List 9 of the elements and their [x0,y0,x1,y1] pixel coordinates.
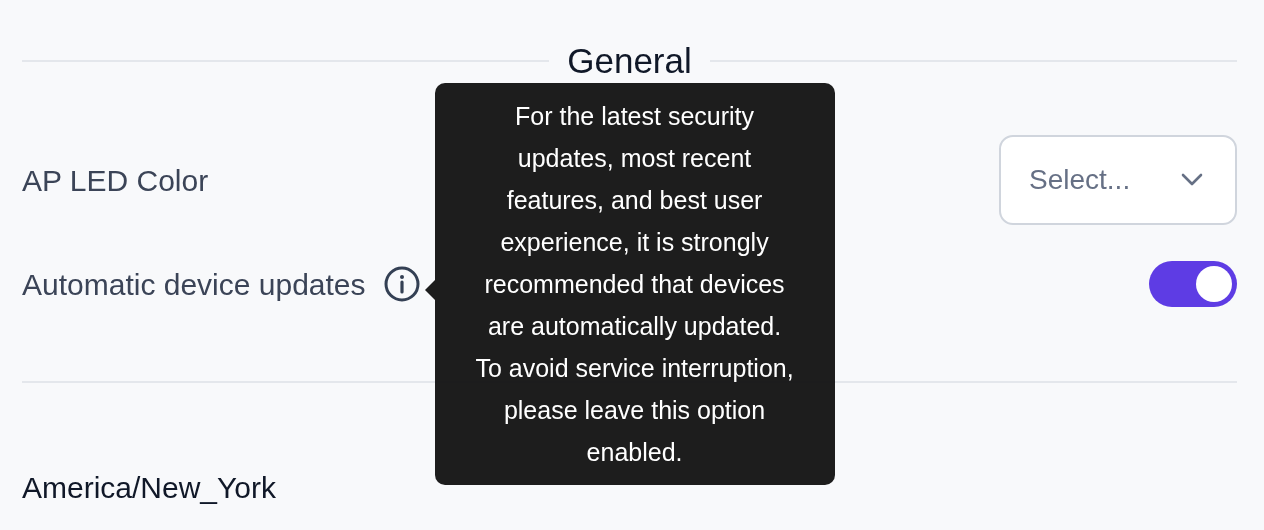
chevron-down-icon [1181,173,1203,187]
tooltip: For the latest security updates, most recent features, and best user experience, it is strongly recommended that devices are automatically updated. To avoid service interruption, please leave this option enabled. [434,83,835,485]
setting-label: Automatic device updates [22,266,366,303]
toggle-switch[interactable] [1149,261,1237,307]
timezone-value: America/New_York [22,470,276,506]
section-heading: General [567,39,692,82]
setting-label: AP LED Color [22,162,209,199]
info-icon[interactable] [383,266,420,302]
select-field[interactable]: Select... [999,135,1237,225]
